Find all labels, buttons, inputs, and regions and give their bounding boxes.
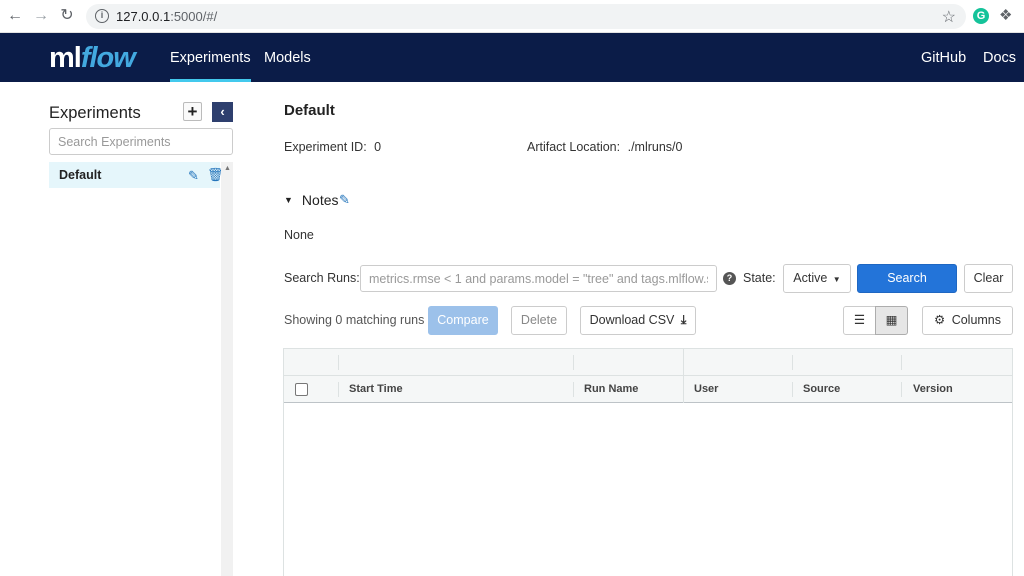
experiment-item-label: Default <box>59 168 102 182</box>
caret-down-icon: ▼ <box>284 195 293 205</box>
column-divider <box>338 382 339 397</box>
state-value: Active <box>793 271 828 285</box>
edit-notes-icon[interactable]: ✎ <box>339 192 350 208</box>
url-text: 127.0.0.1:5000/#/ <box>116 9 218 24</box>
grammarly-extension-icon[interactable]: G <box>973 8 989 24</box>
collapse-sidebar-button[interactable]: ‹ <box>212 102 233 122</box>
app-header: mlflow Experiments Models GitHub Docs <box>0 33 1024 82</box>
grid-icon: ▦ <box>885 313 898 327</box>
extensions-puzzle-icon[interactable]: ❖ <box>999 6 1012 24</box>
reload-icon[interactable]: ↻ <box>58 7 76 25</box>
column-header-source[interactable]: Source <box>803 383 840 395</box>
site-info-icon[interactable]: i <box>95 9 109 23</box>
column-header-run-name[interactable]: Run Name <box>584 383 638 395</box>
column-header-user[interactable]: User <box>694 383 718 395</box>
columns-button[interactable]: ⚙ Columns <box>922 306 1013 335</box>
nav-models[interactable]: Models <box>264 33 311 82</box>
experiment-title: Default <box>284 102 335 119</box>
experiment-id: Experiment ID: 0 <box>284 140 381 154</box>
caret-down-icon: ▼ <box>832 275 841 284</box>
column-divider <box>338 355 339 370</box>
list-icon: ☰ <box>853 313 866 327</box>
address-bar[interactable]: i 127.0.0.1:5000/#/ ☆ <box>86 4 966 29</box>
table-group-header <box>284 349 1012 376</box>
clear-button[interactable]: Clear <box>964 264 1013 293</box>
state-dropdown[interactable]: Active ▼ <box>783 264 851 293</box>
delete-button[interactable]: Delete <box>511 306 567 335</box>
list-view-button[interactable]: ☰ <box>843 306 876 335</box>
artifact-location-value: ./mlruns/0 <box>627 140 683 154</box>
nav-experiments[interactable]: Experiments <box>170 33 251 82</box>
column-divider <box>573 382 574 397</box>
search-runs-label: Search Runs: <box>284 271 360 285</box>
gear-icon: ⚙ <box>933 313 946 327</box>
artifact-location: Artifact Location: ./mlruns/0 <box>527 140 682 154</box>
edit-pencil-icon[interactable]: ✎ <box>188 168 199 184</box>
search-experiments-input[interactable] <box>49 128 233 155</box>
back-arrow-icon[interactable]: ← <box>6 7 24 25</box>
download-csv-button[interactable]: Download CSV ⤓ <box>580 306 696 335</box>
grid-view-button[interactable]: ▦ <box>875 306 908 335</box>
experiment-list: Default ✎ 🗑 <box>49 162 233 576</box>
experiment-id-value: 0 <box>374 140 382 154</box>
column-divider <box>901 355 902 370</box>
forward-arrow-icon[interactable]: → <box>32 7 50 25</box>
sidebar-scrollbar[interactable]: ▲ <box>221 162 233 576</box>
column-header-version[interactable]: Version <box>913 383 953 395</box>
browser-toolbar: ← → ↻ i 127.0.0.1:5000/#/ ☆ G ❖ <box>0 0 1024 33</box>
scroll-up-icon[interactable]: ▲ <box>224 165 231 172</box>
mlflow-logo[interactable]: mlflow <box>49 38 136 78</box>
artifact-location-label: Artifact Location: <box>527 140 621 154</box>
experiment-id-label: Experiment ID: <box>284 140 367 154</box>
docs-link[interactable]: Docs <box>983 33 1016 82</box>
column-group-divider <box>683 349 684 403</box>
bookmark-star-icon[interactable]: ☆ <box>942 7 956 27</box>
column-divider <box>573 355 574 370</box>
help-question-icon[interactable]: ? <box>723 272 736 285</box>
matching-runs-count: Showing 0 matching runs <box>284 313 425 327</box>
column-divider <box>792 355 793 370</box>
add-experiment-button[interactable]: + <box>183 102 202 121</box>
notes-toggle[interactable]: ▼ Notes <box>284 192 339 208</box>
experiments-sidebar: Experiments + ‹ Default ✎ 🗑 ▲ <box>49 82 234 576</box>
state-label: State: <box>743 271 776 285</box>
runs-table: Start Time Run Name User Source Version <box>283 348 1013 576</box>
column-divider <box>901 382 902 397</box>
download-csv-label: Download CSV <box>589 313 675 327</box>
download-icon: ⤓ <box>680 313 687 327</box>
search-button[interactable]: Search <box>857 264 957 293</box>
column-header-start-time[interactable]: Start Time <box>349 383 403 395</box>
column-divider <box>792 382 793 397</box>
sidebar-title: Experiments <box>49 104 141 122</box>
experiment-item-default[interactable]: Default ✎ 🗑 <box>49 162 224 188</box>
github-link[interactable]: GitHub <box>921 33 966 82</box>
notes-label: Notes <box>301 192 339 208</box>
notes-content: None <box>284 228 314 242</box>
search-runs-input[interactable] <box>360 265 717 292</box>
columns-label: Columns <box>951 313 1002 327</box>
select-all-checkbox[interactable] <box>295 383 308 396</box>
compare-button[interactable]: Compare <box>428 306 498 335</box>
